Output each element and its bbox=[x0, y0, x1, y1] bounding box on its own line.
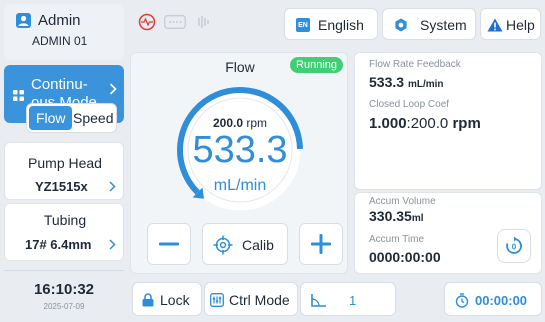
reset-accum-button[interactable]: 0 bbox=[497, 229, 531, 263]
language-button[interactable]: EN English bbox=[284, 8, 378, 40]
closed-loop-coef-unit: rpm bbox=[452, 115, 481, 132]
flow-speed-toggle[interactable]: Flow Speed bbox=[26, 103, 117, 133]
language-badge-icon: EN bbox=[296, 18, 310, 32]
flow-rate-feedback-value: 533.3 bbox=[369, 74, 405, 90]
accum-panel: Accum Volume 330.35ml Accum Time 0000:00… bbox=[354, 192, 542, 274]
ramp-setting-button[interactable]: 1 bbox=[300, 282, 396, 316]
flow-unit: mL/min bbox=[213, 177, 267, 194]
timer-button[interactable]: 00:00:00 bbox=[444, 282, 542, 316]
minus-icon bbox=[159, 242, 179, 246]
clock-date: 2025-07-09 bbox=[43, 302, 85, 311]
flow-value: 533.3 bbox=[192, 129, 288, 171]
lock-label: Lock bbox=[160, 292, 190, 308]
ctrl-mode-label: Ctrl Mode bbox=[229, 292, 290, 308]
ramp-value: 1 bbox=[349, 293, 357, 308]
help-label: Help bbox=[506, 17, 535, 33]
accum-volume-value: 330.35 bbox=[369, 208, 412, 224]
calib-button[interactable]: Calib bbox=[202, 223, 288, 265]
user-name: ADMIN 01 bbox=[32, 34, 88, 48]
grid-icon bbox=[13, 90, 24, 101]
gear-icon bbox=[394, 18, 408, 32]
language-label: English bbox=[318, 17, 364, 33]
tubing-label: Tubing bbox=[43, 212, 87, 228]
mode-label-line1: Continu- bbox=[31, 76, 88, 93]
rpm-readout: 200.0 rpm bbox=[171, 116, 309, 130]
flow-rate-feedback-readout: 533.3 mL/min bbox=[369, 74, 444, 90]
ctrl-mode-button[interactable]: Ctrl Mode bbox=[204, 282, 298, 316]
crosshair-icon bbox=[213, 235, 233, 255]
pump-head-label: Pump Head bbox=[28, 155, 102, 171]
accum-time-value: 0000:00:00 bbox=[369, 249, 441, 265]
clock-card: 16:10:32 2025-07-09 bbox=[4, 270, 124, 318]
keyboard-status-icon[interactable] bbox=[164, 15, 186, 29]
help-button[interactable]: Help bbox=[480, 8, 541, 40]
reset-icon: 0 bbox=[504, 236, 524, 256]
closed-loop-coef-label: Closed Loop Coef bbox=[369, 99, 450, 110]
chevron-right-icon bbox=[109, 181, 116, 192]
running-status-badge: Running bbox=[290, 57, 343, 73]
feedback-panel: Flow Rate Feedback 533.3 mL/min Closed L… bbox=[354, 52, 542, 190]
plus-icon bbox=[311, 234, 331, 254]
closed-loop-coef-suffix: :200.0 bbox=[406, 115, 449, 132]
increase-button[interactable] bbox=[299, 223, 343, 265]
flow-rate-feedback-unit: mL/min bbox=[407, 79, 444, 90]
system-button[interactable]: System bbox=[382, 8, 476, 40]
user-icon bbox=[16, 13, 31, 28]
accum-time-label: Accum Time bbox=[369, 234, 425, 245]
calib-label: Calib bbox=[242, 237, 274, 253]
clock-time: 16:10:32 bbox=[33, 281, 95, 298]
decrease-button[interactable] bbox=[147, 223, 191, 265]
flow-rate-feedback-label: Flow Rate Feedback bbox=[369, 59, 461, 70]
svg-text:0: 0 bbox=[512, 243, 517, 252]
accum-volume-readout: 330.35ml bbox=[369, 208, 424, 224]
sliders-icon bbox=[210, 293, 224, 307]
closed-loop-coef-readout: 1.000:200.0 rpm bbox=[369, 115, 481, 132]
rpm-value: 200.0 bbox=[212, 116, 243, 130]
timer-value: 00:00:00 bbox=[475, 293, 528, 308]
alarm-status-icon[interactable] bbox=[138, 13, 156, 31]
chevron-right-icon bbox=[109, 239, 116, 250]
signal-status-icon[interactable] bbox=[194, 13, 212, 31]
pump-head-value: YZ1515x bbox=[35, 179, 88, 194]
accum-volume-unit: ml bbox=[411, 213, 424, 224]
flow-toggle-option[interactable]: Flow bbox=[29, 106, 73, 130]
step-angle-icon bbox=[311, 293, 327, 307]
stopwatch-icon bbox=[455, 293, 469, 308]
tubing-card[interactable]: Tubing 17# 6.4mm bbox=[4, 203, 124, 261]
closed-loop-coef-value: 1.000 bbox=[369, 115, 407, 132]
system-label: System bbox=[420, 17, 467, 33]
lock-button[interactable]: Lock bbox=[132, 282, 202, 316]
user-card[interactable]: Admin ADMIN 01 bbox=[4, 4, 124, 60]
flow-panel: Flow Running 200.0 rpm 533.3 mL/min Cali… bbox=[130, 52, 348, 274]
user-role: Admin bbox=[38, 12, 81, 29]
speed-toggle-option[interactable]: Speed bbox=[72, 106, 114, 130]
flow-dial[interactable]: 200.0 rpm 533.3 mL/min bbox=[171, 81, 309, 219]
rpm-unit: rpm bbox=[246, 116, 268, 130]
lock-icon bbox=[142, 293, 154, 307]
tubing-value: 17# 6.4mm bbox=[25, 237, 92, 252]
chevron-right-icon bbox=[109, 83, 117, 95]
warning-icon bbox=[487, 18, 503, 32]
accum-volume-label: Accum Volume bbox=[369, 196, 436, 207]
pump-head-card[interactable]: Pump Head YZ1515x bbox=[4, 142, 124, 200]
